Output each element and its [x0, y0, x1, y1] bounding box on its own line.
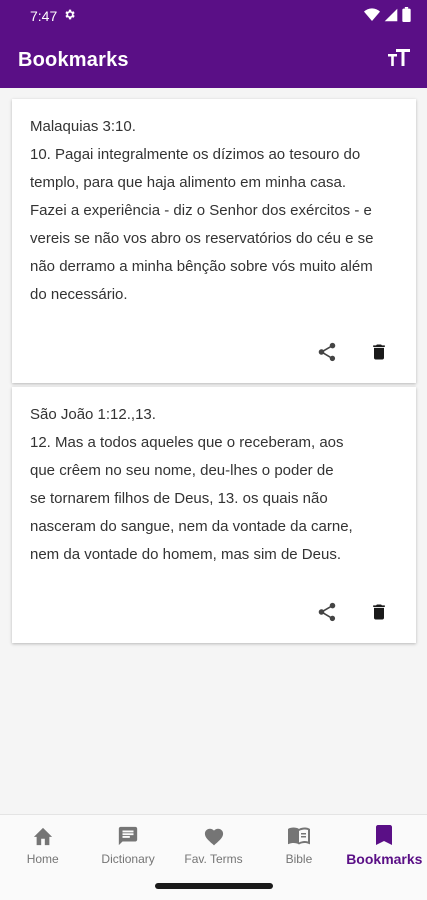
dictionary-icon	[116, 824, 140, 848]
book-icon	[287, 824, 311, 848]
verse-line: se tornarem filhos de Deus, 13. os quais…	[30, 490, 328, 507]
verse-line: nasceram do sangue, nem da vontade da ca…	[30, 518, 353, 535]
delete-button[interactable]	[366, 601, 392, 627]
status-time: 7:47	[30, 8, 58, 24]
app-bar: Bookmarks	[0, 32, 427, 88]
card-actions	[314, 601, 392, 627]
nav-label: Bible	[285, 851, 313, 866]
verse-line: Fazei a experiência - diz o Senhor dos e…	[30, 202, 372, 219]
share-icon	[316, 341, 338, 368]
status-left: 7:47	[30, 8, 76, 24]
nav-label: Fav. Terms	[184, 851, 243, 866]
nav-item-dictionary[interactable]: Dictionary	[85, 815, 170, 874]
card-actions	[314, 341, 392, 367]
verse-line: 10. Pagai integralmente os dízimos ao te…	[30, 146, 361, 163]
bookmarks-list[interactable]: Malaquias 3:10. 10. Pagai integralmente …	[0, 88, 427, 814]
verse-line: templo, para que haja alimento em minha …	[30, 174, 347, 191]
nav-label: Bookmarks	[346, 850, 423, 867]
verse-line: vereis se não vos abro os reservatórios …	[30, 230, 374, 247]
verse-line: nem da vontade do homem, mas sim de Deus…	[30, 546, 341, 563]
battery-icon	[402, 7, 411, 25]
page-title: Bookmarks	[18, 48, 129, 71]
bookmark-card[interactable]: São João 1:12.,13. 12. Mas a todos aquel…	[12, 387, 416, 643]
bookmark-reference: Malaquias 3:10.	[30, 118, 136, 135]
status-bar: 7:47	[0, 0, 427, 32]
status-right	[364, 7, 411, 25]
trash-icon	[369, 341, 389, 368]
verse-line: 12. Mas a todos aqueles que o receberam,…	[30, 434, 344, 451]
share-button[interactable]	[314, 601, 340, 627]
signal-icon	[384, 8, 398, 25]
nav-item-fav-terms[interactable]: Fav. Terms	[171, 815, 256, 874]
wifi-icon	[364, 7, 380, 25]
nav-item-home[interactable]: Home	[0, 815, 85, 874]
nav-label: Home	[26, 851, 59, 866]
text-size-button[interactable]	[385, 46, 413, 74]
bookmark-text: Malaquias 3:10. 10. Pagai integralmente …	[30, 113, 402, 309]
share-icon	[316, 601, 338, 628]
gesture-area	[0, 874, 427, 900]
home-gesture-bar[interactable]	[155, 883, 273, 889]
share-button[interactable]	[314, 341, 340, 367]
nav-label: Dictionary	[101, 851, 155, 866]
verse-line: do necessário.	[30, 286, 128, 303]
gear-icon	[63, 8, 76, 24]
verse-line: não derramo a minha bênção sobre vós mui…	[30, 258, 373, 275]
text-size-icon	[388, 48, 410, 73]
verse-line: que crêem no seu nome, deu-lhes o poder …	[30, 462, 334, 479]
bookmark-text: São João 1:12.,13. 12. Mas a todos aquel…	[30, 401, 402, 569]
home-icon	[31, 824, 55, 848]
trash-icon	[369, 601, 389, 628]
delete-button[interactable]	[366, 341, 392, 367]
bottom-nav: Home Dictionary Fav. Terms Bible Bookmar…	[0, 814, 427, 874]
bookmark-icon	[372, 823, 396, 847]
bookmark-card[interactable]: Malaquias 3:10. 10. Pagai integralmente …	[12, 99, 416, 383]
nav-item-bookmarks[interactable]: Bookmarks	[342, 815, 427, 874]
heart-icon	[202, 824, 226, 848]
nav-item-bible[interactable]: Bible	[256, 815, 341, 874]
bookmark-reference: São João 1:12.,13.	[30, 406, 156, 423]
